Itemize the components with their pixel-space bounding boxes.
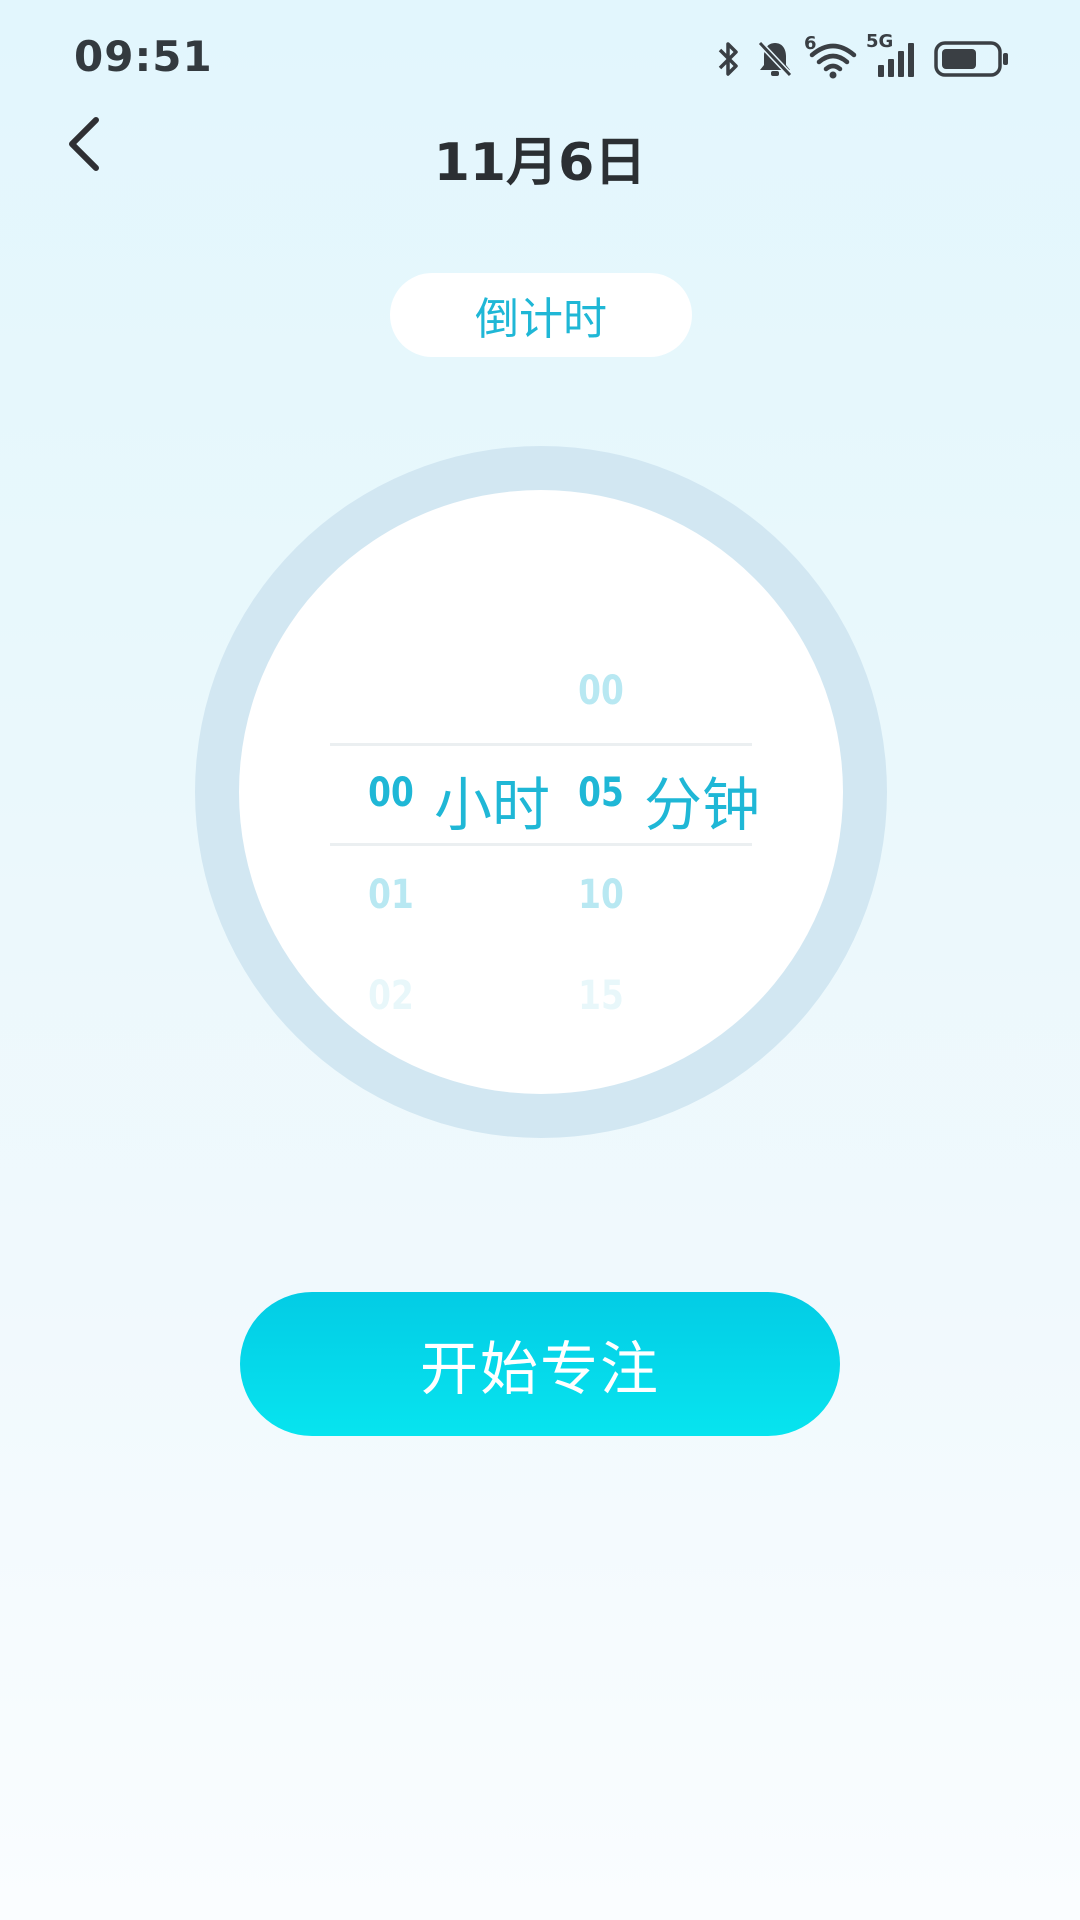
- wifi-icon: 6: [804, 33, 858, 79]
- hour-unit-label: 小时: [434, 771, 551, 839]
- status-time: 09:51: [74, 32, 213, 81]
- minute-selected-value[interactable]: 05: [564, 770, 638, 816]
- wifi-label: 6: [804, 33, 817, 54]
- minute-option[interactable]: 00: [564, 668, 638, 714]
- hour-option[interactable]: 01: [354, 872, 428, 918]
- bell-muted-icon: [756, 39, 794, 79]
- minute-option[interactable]: 15: [564, 973, 638, 1019]
- picker-divider-bottom: [330, 843, 752, 846]
- bluetooth-icon: [716, 40, 742, 78]
- countdown-mode-tab[interactable]: 倒计时: [390, 273, 692, 357]
- status-bar: 09:51 6 5G: [0, 0, 1080, 120]
- battery-icon: [934, 40, 1010, 78]
- cellular-signal-icon: 5G: [866, 31, 920, 79]
- hour-selected-value[interactable]: 00: [354, 770, 428, 816]
- start-focus-button[interactable]: 开始专注: [240, 1292, 840, 1436]
- minute-unit-label: 分钟: [644, 771, 761, 839]
- hour-option[interactable]: 02: [354, 973, 428, 1019]
- network-type-label: 5G: [866, 31, 894, 52]
- picker-divider-top: [330, 743, 752, 746]
- status-icons: 6 5G: [716, 31, 1010, 82]
- minute-option[interactable]: 10: [564, 872, 638, 918]
- page-title: 11月6日: [433, 133, 647, 193]
